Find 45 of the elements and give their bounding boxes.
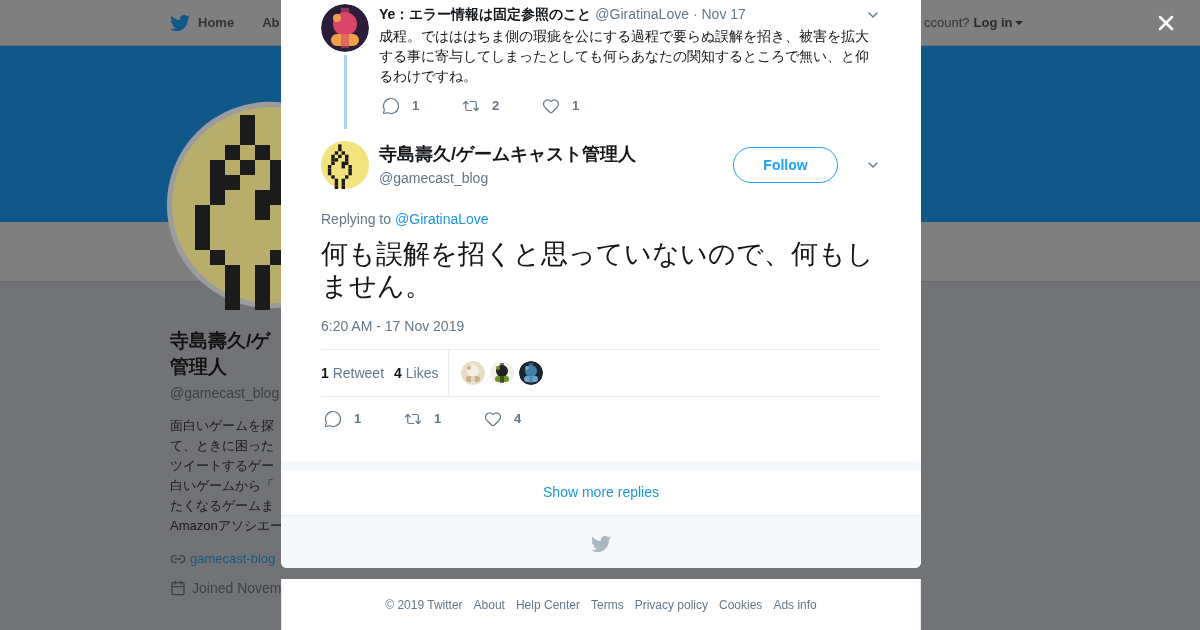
action-count: 1: [572, 97, 580, 115]
calendar-icon: [170, 580, 186, 596]
action-count: 2: [492, 97, 500, 115]
bio-line: たくなるゲームま: [170, 497, 274, 515]
footer-link[interactable]: About: [473, 595, 505, 614]
action-count: 1: [434, 410, 442, 428]
author-name: 寺島壽久/ゲームキャスト管理人: [379, 143, 637, 166]
reply-icon[interactable]: [382, 96, 400, 115]
bird-icon: [170, 12, 190, 33]
footer-link[interactable]: © 2019 Twitter: [385, 595, 463, 614]
bio-line: ツイートするゲー: [170, 457, 274, 475]
tweet-text: 何も誤解を招くと思っていないので、何もしません。: [321, 238, 875, 302]
show-more-button[interactable]: Show more replies: [281, 470, 921, 516]
bird-icon: [591, 533, 611, 554]
author-handle: @gamecast_blog: [379, 169, 490, 188]
footer-link[interactable]: Cookies: [719, 595, 763, 614]
account-prompt: ccount?: [924, 13, 970, 32]
tweet-text: 成程。ではははちま側の瑕疵を公にする過程で要らぬ誤解を招き、被害を拡大する事に寄与してしまったとしても何らあなたの関知するところで無い、と仰るわけですね。: [379, 27, 870, 86]
bio-line: て、ときに困った: [170, 437, 274, 455]
action-count: 1: [412, 97, 420, 115]
profile-name: 寺島壽久/ゲ: [170, 329, 271, 353]
reply-icon[interactable]: [324, 409, 342, 428]
author-name: Ye：エラー情報は固定参照のこと: [379, 5, 592, 24]
nav-link[interactable]: Home: [170, 12, 235, 33]
footer-link[interactable]: Terms: [591, 595, 624, 614]
tweet-stat[interactable]: 1 Retweet: [321, 362, 385, 384]
nav-link[interactable]: Ab: [262, 12, 280, 33]
tweet-time: · Nov 17: [692, 5, 746, 24]
footer-link[interactable]: Privacy policy: [634, 595, 708, 614]
reply-to-link[interactable]: @GiratinaLove: [395, 209, 489, 230]
tweet-timestamp: 6:20 AM - 17 Nov 2019: [321, 317, 466, 336]
profile-name: 管理人: [170, 355, 227, 379]
action-count: 1: [354, 410, 362, 428]
author-handle: @GiratinaLove: [595, 5, 689, 24]
bio-line: 面白いゲームを探: [170, 417, 274, 435]
footer-link[interactable]: Ads info: [773, 595, 817, 614]
bio-line: 白いゲームから「: [170, 477, 274, 495]
action-count: 4: [514, 410, 522, 428]
tweet-stat[interactable]: 4 Likes: [394, 362, 439, 384]
replying-label: Replying to: [321, 210, 392, 229]
caret-icon: [1014, 20, 1023, 25]
footer-link[interactable]: Help Center: [515, 595, 580, 614]
like-icon[interactable]: [542, 96, 560, 115]
like-icon[interactable]: [484, 409, 502, 428]
login-button[interactable]: Log in: [973, 12, 1023, 33]
